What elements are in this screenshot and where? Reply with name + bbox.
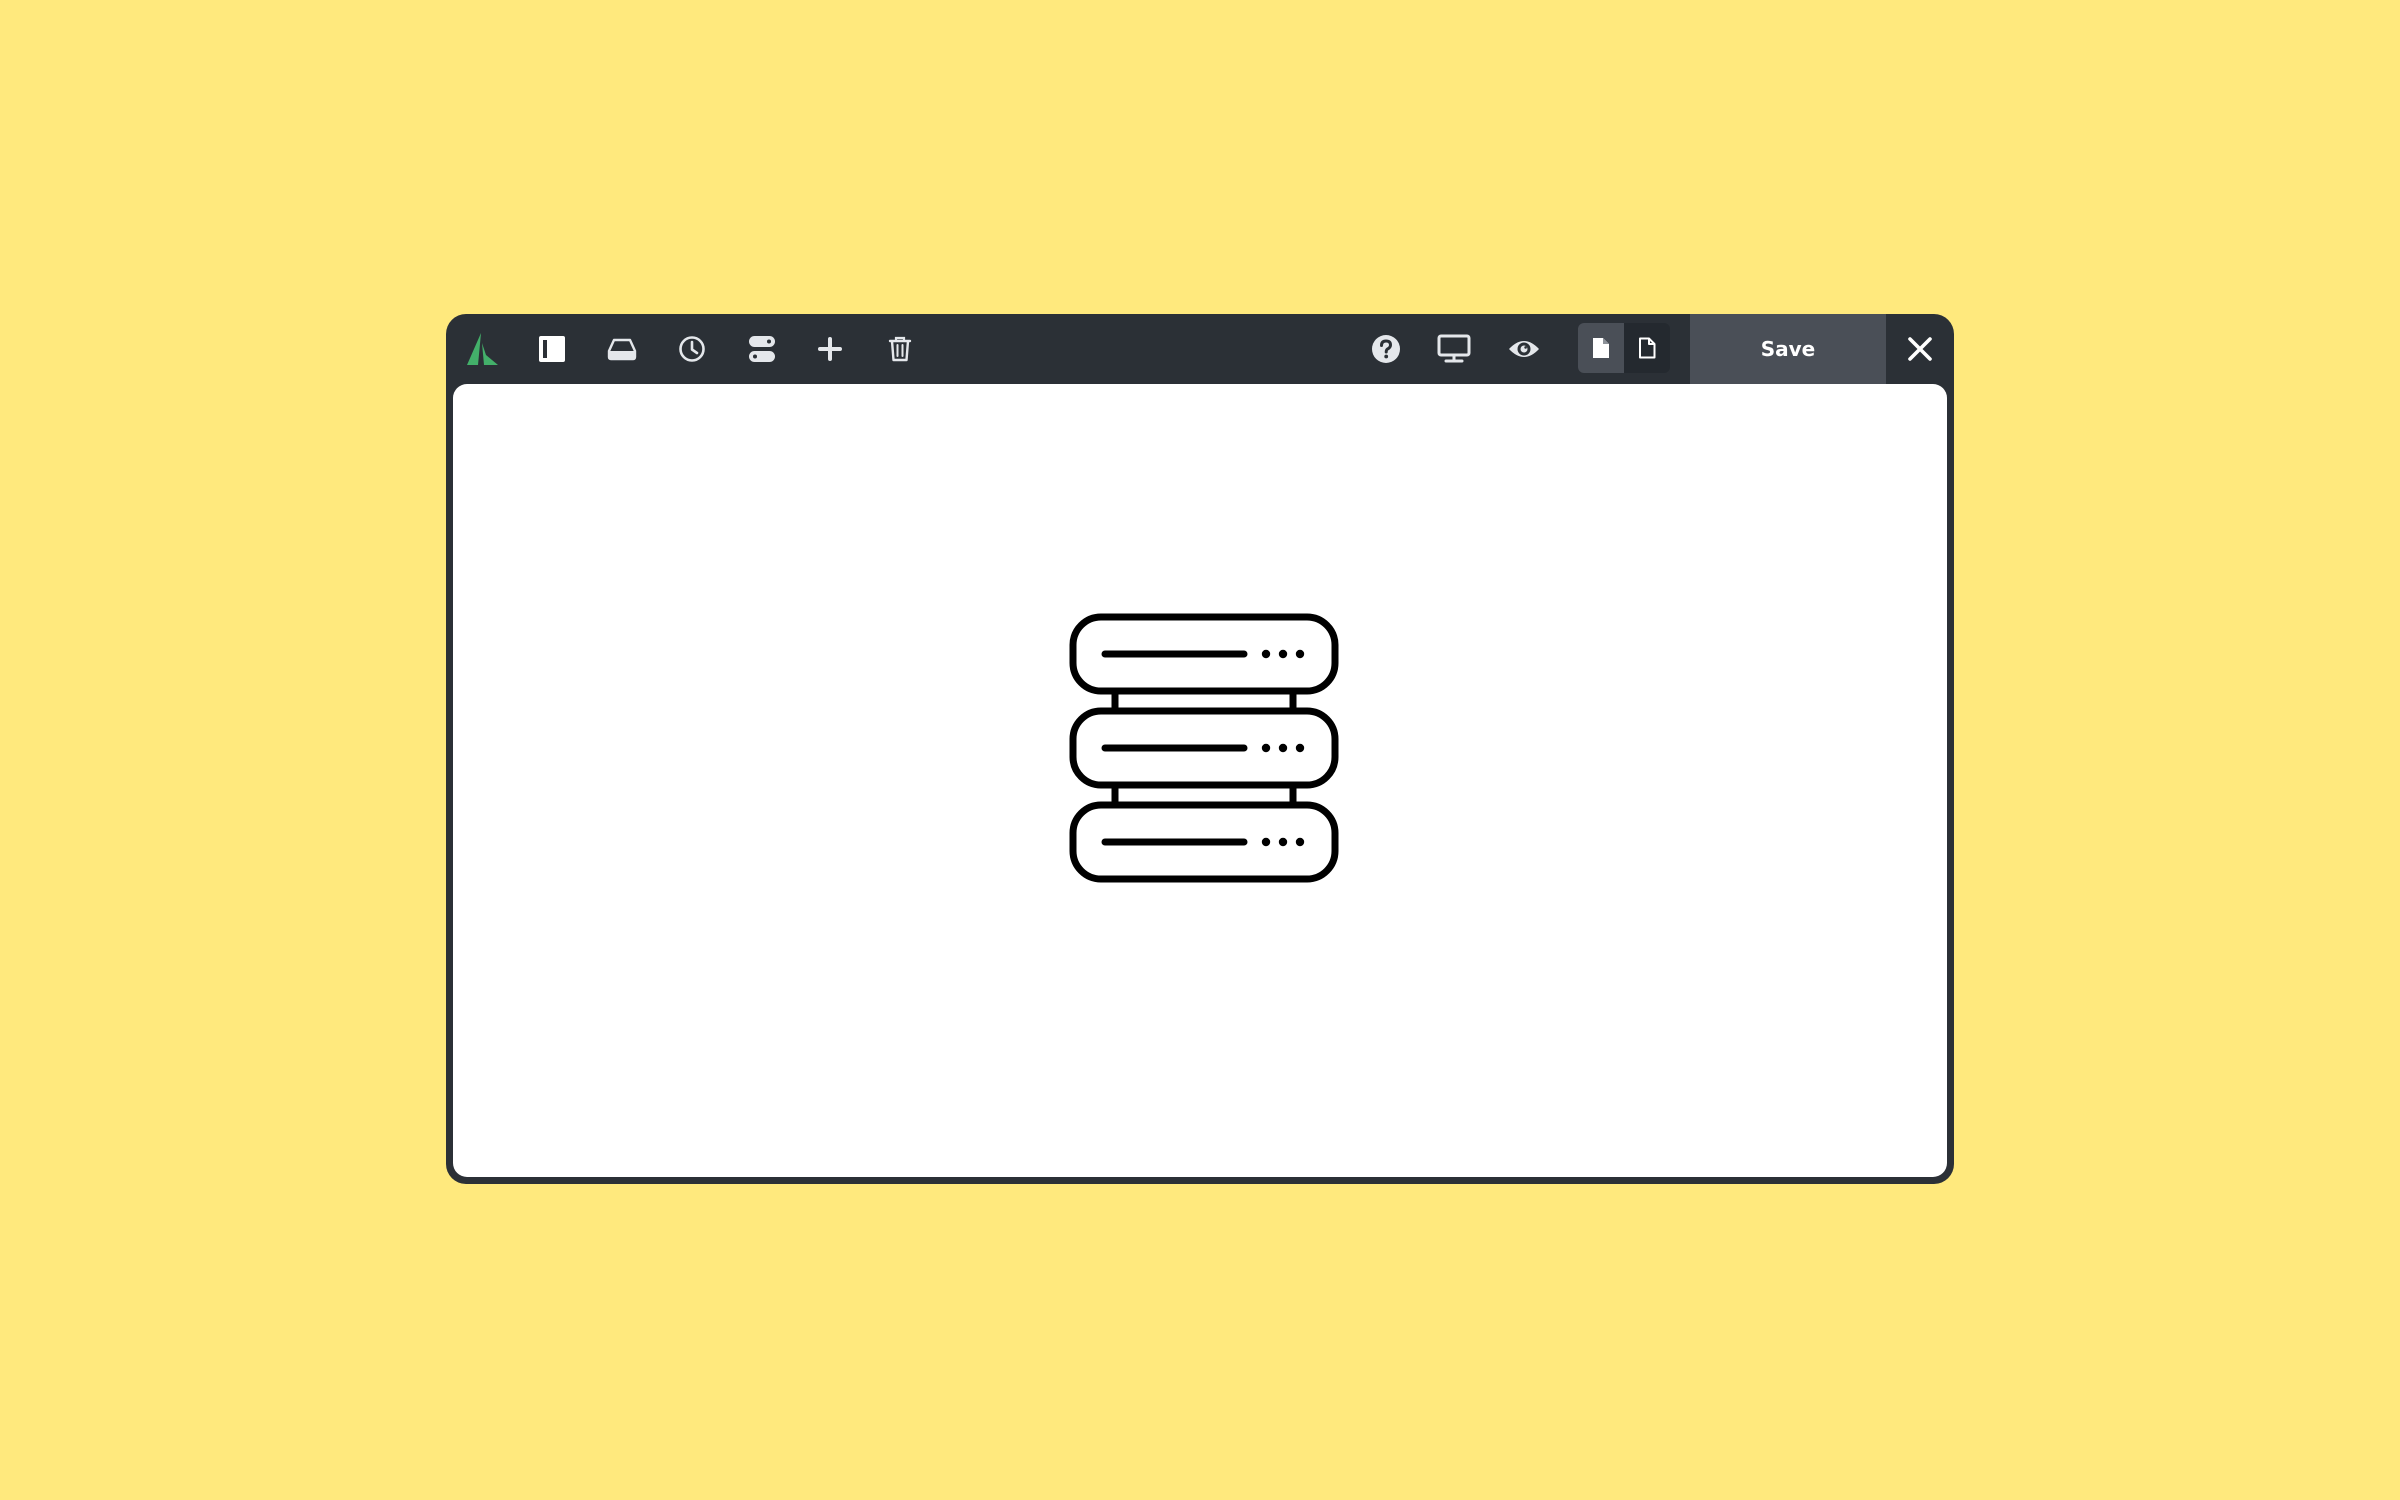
sidebar-toggle-icon: [539, 336, 565, 362]
view-toggle: [1578, 323, 1670, 373]
desktop-preview-icon: [1437, 334, 1471, 363]
add-button[interactable]: [810, 314, 850, 384]
structure-button[interactable]: [738, 314, 786, 384]
save-button[interactable]: Save: [1690, 314, 1886, 384]
history-button[interactable]: [670, 314, 714, 384]
view-toggle-filled[interactable]: [1578, 323, 1624, 373]
close-button[interactable]: [1886, 314, 1954, 384]
drive-button[interactable]: [600, 314, 644, 384]
sidebar-toggle-button[interactable]: [532, 314, 572, 384]
close-icon: [1908, 337, 1932, 361]
structure-icon: [749, 336, 775, 362]
history-icon: [679, 336, 705, 362]
page-outline-icon: [1639, 337, 1656, 359]
logo-icon: [467, 333, 498, 365]
view-toggle-outline[interactable]: [1624, 323, 1670, 373]
page-solid-icon: [1593, 338, 1609, 358]
editor-canvas[interactable]: [453, 384, 1947, 1177]
help-icon: [1372, 335, 1400, 363]
add-icon: [818, 337, 842, 361]
drive-icon: [607, 338, 637, 361]
logo-button[interactable]: [462, 314, 502, 384]
trash-icon: [888, 336, 912, 362]
preview-button[interactable]: [1500, 314, 1548, 384]
eye-icon: [1509, 341, 1539, 357]
delete-button[interactable]: [880, 314, 920, 384]
toolbar: Save: [446, 314, 1954, 384]
builder-window: Save: [446, 314, 1954, 1184]
server-stack-icon: [1069, 613, 1339, 883]
desktop-preview-button[interactable]: [1430, 314, 1478, 384]
help-button[interactable]: [1364, 314, 1408, 384]
